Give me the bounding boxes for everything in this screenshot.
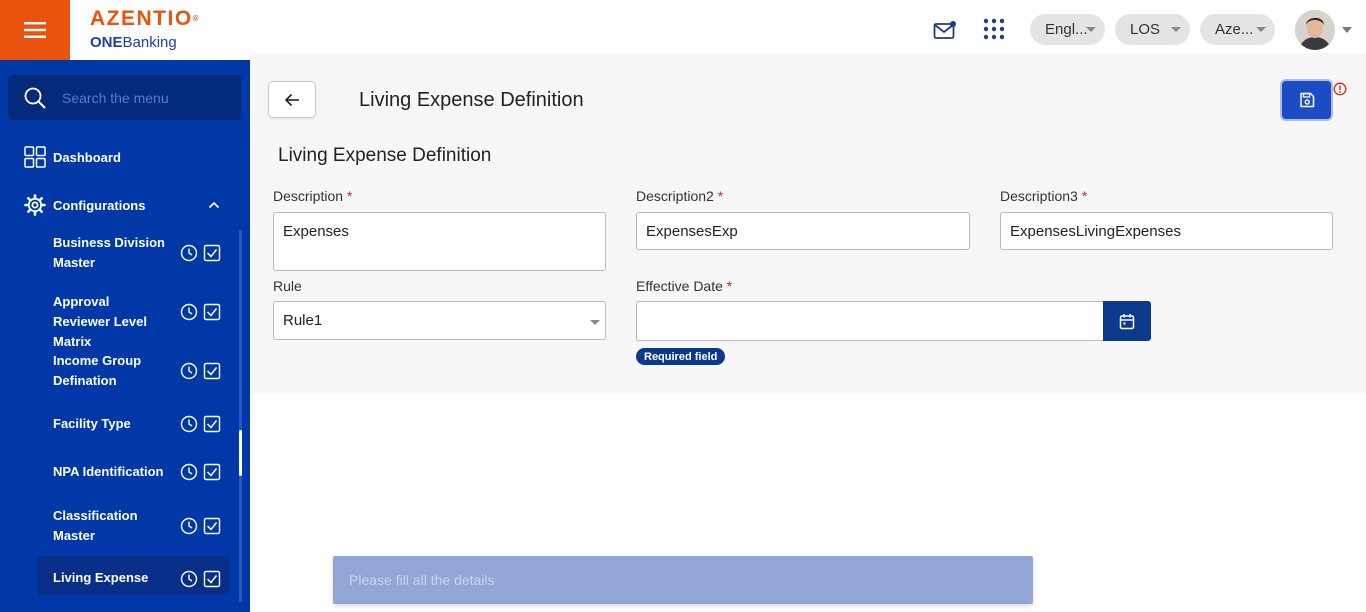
description2-input[interactable] bbox=[636, 212, 970, 250]
description2-label: Description2 * bbox=[636, 188, 724, 204]
menu-item-classification-master[interactable]: Classification Master bbox=[38, 502, 229, 550]
search-icon bbox=[24, 87, 46, 109]
menu-item-facility-type[interactable]: Facility Type bbox=[38, 406, 229, 442]
sidebar: Dashboard Configurations Business Divisi… bbox=[0, 60, 250, 612]
checkbox-icon[interactable] bbox=[203, 303, 221, 321]
chevron-down-icon bbox=[1256, 27, 1266, 32]
save-button[interactable] bbox=[1282, 81, 1331, 119]
history-icon[interactable] bbox=[180, 570, 198, 588]
logo-brand: AZENTIO® bbox=[90, 7, 199, 30]
form-title: Living Expense Definition bbox=[278, 145, 492, 166]
menu-item-label: Business Division Master bbox=[53, 235, 165, 270]
back-button[interactable] bbox=[268, 81, 316, 118]
dashboard-icon bbox=[24, 146, 46, 168]
rule-value: Rule1 bbox=[283, 312, 323, 329]
menu-search-input[interactable] bbox=[62, 89, 222, 106]
sidebar-scrollbar-thumb[interactable] bbox=[239, 430, 242, 476]
effective-date-label: Effective Date * bbox=[636, 278, 733, 294]
gear-icon bbox=[24, 194, 46, 216]
history-icon[interactable] bbox=[180, 517, 198, 535]
menu-item-income-group-defination[interactable]: Income Group Defination bbox=[38, 347, 229, 395]
required-marker: * bbox=[717, 188, 724, 204]
nav-dashboard[interactable]: Dashboard bbox=[24, 146, 121, 168]
toast-message: Please fill all the details bbox=[349, 572, 495, 588]
chevron-down-icon bbox=[1086, 27, 1096, 32]
required-field-badge: Required field bbox=[636, 348, 726, 365]
date-picker-button[interactable] bbox=[1103, 301, 1151, 341]
description3-input[interactable] bbox=[1000, 212, 1333, 250]
nav-configurations-label: Configurations bbox=[53, 197, 146, 213]
menu-item-label: Classification Master bbox=[53, 508, 138, 543]
required-marker: * bbox=[1081, 188, 1088, 204]
arrow-left-icon bbox=[284, 93, 299, 106]
checkbox-icon[interactable] bbox=[203, 570, 221, 588]
page-title: Living Expense Definition bbox=[359, 89, 584, 111]
user-menu-caret-icon[interactable] bbox=[1342, 27, 1352, 33]
organization-select[interactable]: Aze... bbox=[1200, 14, 1275, 45]
apps-grid-icon[interactable] bbox=[983, 18, 1005, 40]
description-label: Description * bbox=[273, 188, 353, 204]
notification-toast: Please fill all the details bbox=[333, 556, 1033, 604]
menu-item-label: Living Expense bbox=[53, 570, 149, 585]
menu-item-approval-reviewer-level-matrix[interactable]: Approval Reviewer Level Matrix bbox=[38, 288, 229, 349]
save-icon bbox=[1299, 92, 1314, 108]
checkbox-icon[interactable] bbox=[203, 463, 221, 481]
rule-select[interactable]: Rule1 bbox=[273, 301, 606, 340]
description-input[interactable]: Expenses bbox=[273, 212, 606, 271]
history-icon[interactable] bbox=[180, 415, 198, 433]
history-icon[interactable] bbox=[180, 463, 198, 481]
effective-date-input[interactable] bbox=[636, 301, 1104, 341]
menu-item-label: Facility Type bbox=[53, 416, 131, 431]
chevron-down-icon bbox=[1171, 27, 1181, 32]
menu-search bbox=[8, 75, 241, 120]
azentio-logo: AZENTIO® ONEBanking bbox=[90, 8, 199, 51]
nav-configurations[interactable]: Configurations bbox=[24, 194, 224, 216]
description3-label: Description3 * bbox=[1000, 188, 1088, 204]
required-marker: * bbox=[726, 278, 733, 294]
language-value: Engl... bbox=[1045, 21, 1088, 38]
required-marker: * bbox=[346, 188, 353, 204]
checkbox-icon[interactable] bbox=[203, 415, 221, 433]
user-photo-icon bbox=[1295, 10, 1335, 50]
menu-item-living-expense[interactable]: Living Expense bbox=[38, 556, 229, 595]
module-value: LOS bbox=[1130, 21, 1161, 38]
menu-item-label: Approval Reviewer Level Matrix bbox=[53, 294, 147, 349]
checkbox-icon[interactable] bbox=[203, 362, 221, 380]
sidebar-scrollbar-track[interactable] bbox=[239, 230, 242, 602]
calendar-icon bbox=[1119, 313, 1135, 329]
module-select[interactable]: LOS bbox=[1115, 14, 1190, 45]
hamburger-icon bbox=[24, 22, 46, 38]
menu-toggle-button[interactable] bbox=[0, 0, 70, 60]
mail-icon[interactable] bbox=[933, 19, 957, 41]
rule-label: Rule bbox=[273, 278, 302, 294]
history-icon[interactable] bbox=[180, 244, 198, 262]
menu-item-label: Income Group Defination bbox=[53, 353, 142, 388]
history-icon[interactable] bbox=[180, 303, 198, 321]
user-avatar[interactable] bbox=[1295, 10, 1335, 50]
error-alert-icon bbox=[1333, 82, 1347, 96]
logo-product: ONEBanking bbox=[90, 34, 177, 51]
menu-item-business-division-master[interactable]: Business Division Master bbox=[38, 229, 229, 277]
organization-value: Aze... bbox=[1215, 21, 1254, 38]
menu-item-label: NPA Identification bbox=[53, 464, 164, 479]
checkbox-icon[interactable] bbox=[203, 244, 221, 262]
checkbox-icon[interactable] bbox=[203, 517, 221, 535]
chevron-up-icon bbox=[208, 201, 220, 209]
language-select[interactable]: Engl... bbox=[1030, 14, 1105, 45]
chevron-down-icon bbox=[590, 320, 600, 325]
history-icon[interactable] bbox=[180, 362, 198, 380]
menu-item-npa-identification[interactable]: NPA Identification bbox=[38, 454, 229, 490]
nav-dashboard-label: Dashboard bbox=[53, 149, 121, 165]
